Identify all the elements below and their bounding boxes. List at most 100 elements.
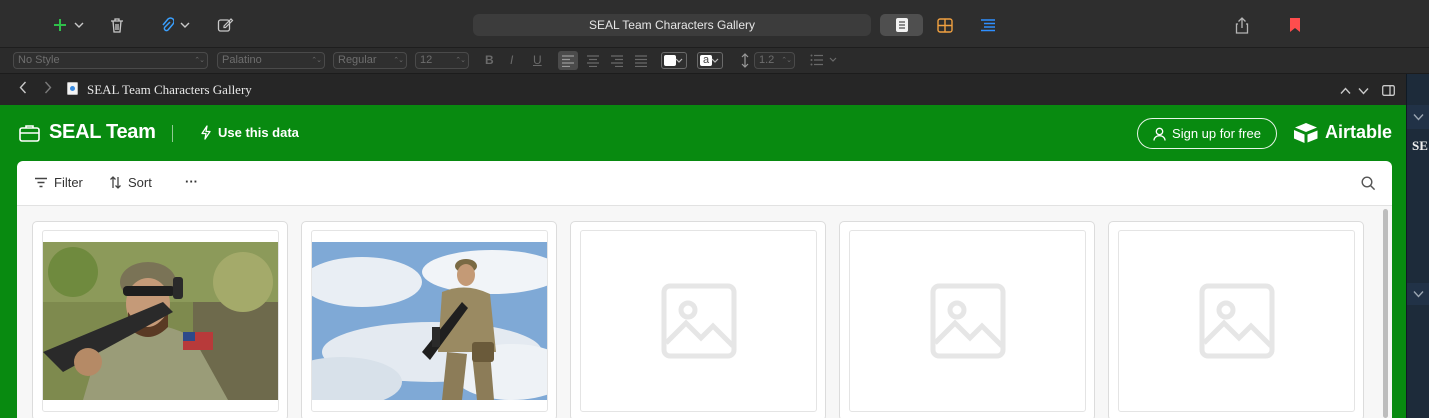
line-spacing-select[interactable]: 1.2 [754,52,795,69]
align-left-icon [562,55,574,68]
lightning-icon [201,125,211,140]
window-title: SEAL Team Characters Gallery [473,14,871,36]
sort-label: Sort [128,175,152,190]
previous-result-button[interactable] [1340,82,1351,98]
align-left-button[interactable] [561,54,575,72]
chevron-left-icon [19,81,27,94]
attach-button[interactable] [156,12,194,38]
record-card[interactable] [32,221,288,418]
font-size-select[interactable]: 12 [415,52,469,69]
record-image [311,230,548,412]
adjacent-pane-text: SE [1412,138,1428,153]
bookmark-icon [1290,18,1300,32]
font-weight-select[interactable]: Regular [333,52,407,69]
forward-button[interactable] [44,81,52,97]
align-center-button[interactable] [586,54,600,72]
record-image [849,230,1086,412]
delete-button[interactable] [106,12,128,38]
grid-icon [937,17,953,33]
placeholder-image-icon [1199,283,1274,359]
record-image [580,230,817,412]
back-button[interactable] [19,81,27,97]
font-family-select[interactable]: Palatino [217,52,325,69]
user-icon [1153,127,1166,141]
bold-button[interactable]: B [485,53,494,67]
align-right-icon [611,55,623,68]
filter-button[interactable]: Filter [34,175,83,190]
document-icon [895,18,908,32]
base-header: SEAL Team [19,121,156,144]
adjacent-pane-header [1407,105,1429,129]
adjacent-pane-section [1407,283,1429,305]
airtable-logo[interactable]: Airtable [1293,122,1392,143]
chevron-down-icon [180,22,190,28]
next-result-button[interactable] [1358,82,1369,98]
app-window: SEAL Team Characters Gallery No Style Pa… [0,0,1429,418]
outline-icon [981,19,995,32]
placeholder-image-icon [930,283,1005,359]
search-button[interactable] [1361,176,1376,196]
chevron-down-icon [74,22,84,28]
record-card[interactable] [301,221,557,418]
compose-button[interactable] [214,12,236,38]
chevron-down-icon [829,57,837,62]
record-card[interactable] [1108,221,1364,418]
chevron-down-icon [675,58,683,63]
chevron-down-icon [1358,88,1369,95]
adjacent-pane: SE [1406,74,1429,418]
underline-button[interactable]: U [533,53,542,67]
record-image [1118,230,1355,412]
header-divider [172,125,173,142]
grid-view-button[interactable] [933,14,957,36]
format-bar: No Style Palatino Regular 12 B I U a [0,48,1429,74]
search-icon [1361,176,1376,191]
record-image [42,230,279,412]
gallery-grid [17,206,1392,418]
chevron-down-icon [711,58,719,63]
justify-button[interactable] [634,54,648,72]
line-spacing-icon [740,53,750,73]
placeholder-image-icon [661,283,736,359]
highlight-color-picker[interactable]: a [697,52,723,69]
chevron-right-icon [44,81,52,94]
sort-button[interactable]: Sort [109,175,152,190]
paragraph-style-select[interactable]: No Style [13,52,208,69]
split-view-button[interactable] [1382,83,1395,99]
filter-icon [35,177,47,188]
text-color-picker[interactable] [661,52,687,69]
base-name: SEAL Team [49,121,156,143]
share-button[interactable] [1232,12,1252,38]
align-right-button[interactable] [610,54,624,72]
sign-up-label: Sign up for free [1172,126,1261,141]
trash-icon [111,17,123,33]
text-view-button[interactable] [880,14,923,36]
use-this-data-label: Use this data [218,125,299,140]
chevron-down-icon [1413,291,1424,298]
sign-up-button[interactable]: Sign up for free [1137,118,1277,149]
justify-icon [635,55,647,68]
use-this-data-button[interactable]: Use this data [200,125,299,140]
italic-button[interactable]: I [510,53,513,67]
document-title: SEAL Team Characters Gallery [87,82,252,97]
outline-view-button[interactable] [976,14,1000,36]
more-options-button[interactable]: ··· [185,174,198,189]
compose-icon [217,18,233,32]
document-nav-bar: SEAL Team Characters Gallery [0,74,1406,105]
soldier-sky-photo [312,242,547,400]
soldier-closeup-photo [43,242,278,400]
view-toolbar: Filter Sort ··· [17,161,1392,206]
bookmark-button[interactable] [1286,12,1304,38]
list-icon [810,54,823,66]
record-card[interactable] [570,221,826,418]
airtable-embed: SEAL Team Use this data Sign up for free… [0,105,1406,418]
filter-label: Filter [54,175,83,190]
briefcase-icon [19,124,40,142]
record-card[interactable] [839,221,1095,418]
airtable-logo-icon [1294,123,1318,143]
add-button[interactable] [48,12,88,38]
align-center-icon [587,55,599,68]
sort-icon [110,176,121,189]
share-icon [1235,16,1249,34]
list-style-button[interactable] [810,54,837,66]
gallery-scrollbar[interactable] [1383,209,1388,418]
